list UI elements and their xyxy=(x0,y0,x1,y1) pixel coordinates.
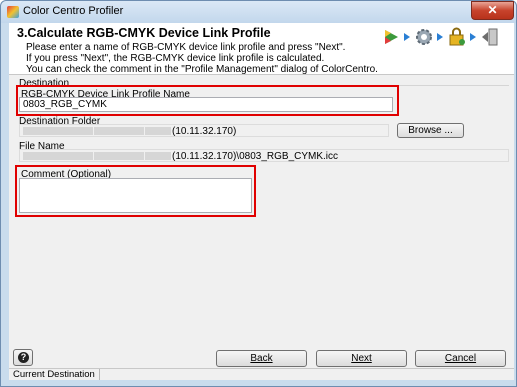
help-icon: ? xyxy=(18,352,29,363)
cancel-button-label: Cancel xyxy=(444,353,477,364)
instruction-line-1: Please enter a name of RGB-CMYK device l… xyxy=(26,42,346,53)
status-bar: Current Destination xyxy=(9,368,514,380)
step-arrow-icon xyxy=(470,33,476,41)
back-button[interactable]: Back xyxy=(216,350,307,367)
browse-button[interactable]: Browse ... xyxy=(397,123,464,138)
wizard-panel: 3.Calculate RGB-CMYK Device Link Profile… xyxy=(9,23,514,380)
window-title: Color Centro Profiler xyxy=(23,5,124,17)
status-text: Current Destination xyxy=(9,369,100,380)
comment-highlight xyxy=(15,165,256,217)
gear-icon xyxy=(416,29,432,45)
step-arrow-icon xyxy=(404,33,410,41)
wizard-header: 3.Calculate RGB-CMYK Device Link Profile… xyxy=(9,23,514,75)
export-icon xyxy=(482,28,498,46)
redacted-text xyxy=(23,127,93,136)
next-button[interactable]: Next xyxy=(316,350,407,367)
wizard-step-indicator xyxy=(381,25,511,51)
back-button-label: Back xyxy=(250,353,273,364)
app-window: Color Centro Profiler ✕ 3.Calculate RGB-… xyxy=(0,0,517,387)
profile-name-highlight xyxy=(16,85,399,116)
destination-folder-field: (10.11.32.170) xyxy=(19,124,389,137)
title-bar[interactable]: Color Centro Profiler ✕ xyxy=(1,1,516,23)
step-title: 3.Calculate RGB-CMYK Device Link Profile xyxy=(17,26,271,40)
play-icon xyxy=(385,30,398,44)
redacted-text xyxy=(94,152,144,161)
redacted-text xyxy=(94,127,144,136)
instruction-line-3: You can check the comment in the "Profil… xyxy=(26,64,378,75)
redacted-text xyxy=(145,127,171,136)
instruction-line-2: If you press "Next", the RGB-CMYK device… xyxy=(26,53,325,64)
app-logo-icon xyxy=(7,6,19,18)
file-name-value: (10.11.32.170)\0803_RGB_CYMK.icc xyxy=(172,151,339,162)
lock-icon xyxy=(449,27,465,46)
destination-folder-value: (10.11.32.170) xyxy=(172,126,237,137)
close-button[interactable]: ✕ xyxy=(471,1,514,20)
file-name-field: (10.11.32.170)\0803_RGB_CYMK.icc xyxy=(19,149,509,162)
redacted-text xyxy=(145,152,171,161)
step-arrow-icon xyxy=(437,33,443,41)
help-button[interactable]: ? xyxy=(13,349,33,366)
next-button-label: Next xyxy=(351,353,372,364)
cancel-button[interactable]: Cancel xyxy=(415,350,506,367)
redacted-text xyxy=(23,152,93,161)
